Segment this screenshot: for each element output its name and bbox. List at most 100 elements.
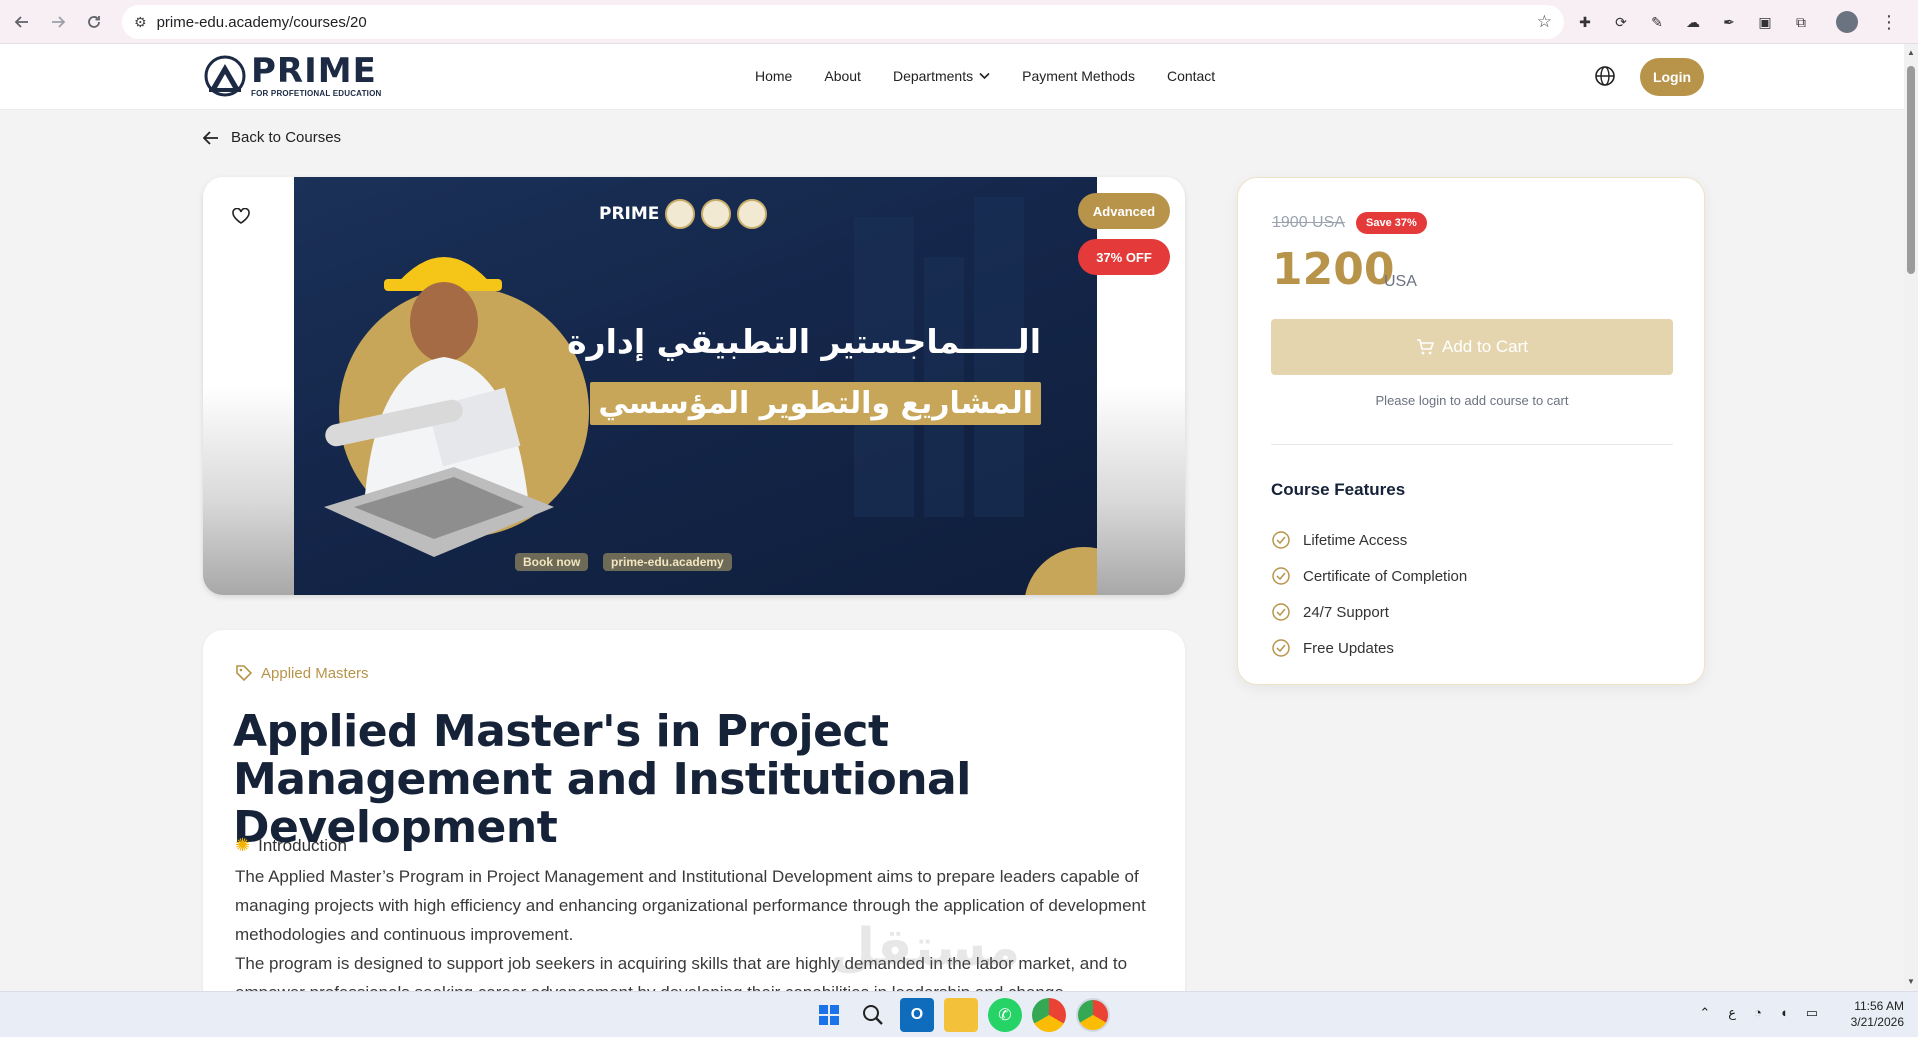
chevron-down-icon xyxy=(979,72,990,80)
add-to-cart-button[interactable]: Add to Cart xyxy=(1271,319,1673,375)
profile-avatar[interactable] xyxy=(1836,11,1858,33)
site-header: PRIME FOR PROFETIONAL EDUCATION Home Abo… xyxy=(0,44,1904,110)
tag-extension-icon[interactable]: ▣ xyxy=(1750,7,1780,37)
arrow-left-icon xyxy=(203,130,218,145)
nav-contact[interactable]: Contact xyxy=(1167,68,1215,84)
taskbar-apps: O ✆ xyxy=(812,998,1110,1032)
keyboard-language-indicator[interactable]: ع xyxy=(1728,1005,1736,1021)
course-details-card: Applied Masters Applied Master's in Proj… xyxy=(203,630,1185,1010)
banner-site-chip: prime-edu.academy xyxy=(603,553,732,571)
feature-label: Free Updates xyxy=(1303,639,1394,657)
chrome-icon[interactable] xyxy=(1032,998,1066,1032)
intro-paragraph: The Applied Master’s Program in Project … xyxy=(235,867,1146,944)
outlook-icon[interactable]: O xyxy=(900,998,934,1032)
clock-date: 3/21/2026 xyxy=(1850,1015,1904,1029)
brand-name: PRIME xyxy=(251,51,377,91)
nav-home[interactable]: Home xyxy=(755,68,792,84)
pen-extension-icon[interactable]: ✒ xyxy=(1714,7,1744,37)
level-badge: Advanced xyxy=(1078,193,1170,229)
forward-icon[interactable] xyxy=(40,4,76,40)
course-features-list: Lifetime Access Certificate of Completio… xyxy=(1271,522,1467,666)
file-explorer-icon[interactable] xyxy=(944,998,978,1032)
edit-extension-icon[interactable]: ✎ xyxy=(1642,7,1672,37)
back-to-courses-link[interactable]: Back to Courses xyxy=(203,129,341,146)
login-button[interactable]: Login xyxy=(1640,58,1704,96)
main-nav: Home About Departments Payment Methods C… xyxy=(755,68,1247,84)
heart-icon xyxy=(232,207,250,224)
check-circle-icon xyxy=(1272,603,1290,621)
feature-label: 24/7 Support xyxy=(1303,603,1389,621)
tag-icon xyxy=(236,665,253,682)
feature-label: Lifetime Access xyxy=(1303,531,1408,549)
course-hero-card: PRIME الـــــماجستير التطبيقي إدارة المش… xyxy=(203,177,1185,595)
feature-item: Lifetime Access xyxy=(1271,522,1467,558)
bookmark-star-icon[interactable]: ☆ xyxy=(1537,12,1552,32)
windows-start-icon[interactable] xyxy=(812,998,846,1032)
course-category[interactable]: Applied Masters xyxy=(235,664,369,682)
pricing-card: 1900 USA Save 37% 1200 USA Add to Cart P… xyxy=(1237,177,1705,685)
check-circle-icon xyxy=(1272,531,1290,549)
taskbar-clock[interactable]: 11:56 AM 3/21/2026 xyxy=(1851,998,1904,1030)
feature-item: Free Updates xyxy=(1271,630,1467,666)
scrollbar-thumb[interactable] xyxy=(1907,66,1915,274)
browser-menu-icon[interactable]: ⋮ xyxy=(1874,7,1904,37)
site-logo[interactable]: PRIME FOR PROFETIONAL EDUCATION xyxy=(203,54,381,98)
back-to-courses-label: Back to Courses xyxy=(231,129,342,146)
cart-icon xyxy=(1417,339,1434,355)
logo-emblem-icon xyxy=(204,55,246,97)
partner-seal-icon xyxy=(665,199,696,229)
course-banner-image: PRIME الـــــماجستير التطبيقي إدارة المش… xyxy=(294,177,1097,595)
wifi-icon[interactable]: ◔ xyxy=(1754,1005,1762,1021)
language-globe-icon[interactable] xyxy=(1594,65,1616,87)
introduction-heading-label: Introduction xyxy=(258,835,347,855)
sun-icon: ✺ xyxy=(235,835,251,855)
course-features-title: Course Features xyxy=(1271,480,1406,499)
browser-toolbar: ⚙ prime-edu.academy/courses/20 ☆ ✚ ⟳ ✎ ☁… xyxy=(0,0,1918,44)
url-text[interactable]: prime-edu.academy/courses/20 xyxy=(157,14,367,31)
nav-about[interactable]: About xyxy=(824,68,861,84)
banner-brand-name: PRIME xyxy=(599,204,660,224)
reload-icon[interactable] xyxy=(76,4,112,40)
banner-logo-row: PRIME xyxy=(599,199,768,229)
scroll-up-icon[interactable]: ▲ xyxy=(1907,48,1915,57)
save-badge: Save 37% xyxy=(1356,212,1427,234)
clock-time: 11:56 AM xyxy=(1854,999,1904,1013)
feature-label: Certificate of Completion xyxy=(1303,567,1468,585)
banner-arabic-title: الـــــماجستير التطبيقي إدارة xyxy=(567,322,1041,361)
partner-seal-icon xyxy=(701,199,732,229)
nav-departments-label: Departments xyxy=(892,68,974,84)
whatsapp-icon[interactable]: ✆ xyxy=(988,998,1022,1032)
puzzle-extensions-icon[interactable]: ⧉ xyxy=(1786,7,1816,37)
site-info-icon[interactable]: ⚙ xyxy=(134,14,147,31)
feature-item: Certificate of Completion xyxy=(1271,558,1467,594)
system-tray: ⌃ ع ◔ ◖ ▭ xyxy=(1699,1005,1818,1021)
introduction-heading: ✺ Introduction xyxy=(235,835,347,856)
add-to-cart-label: Add to Cart xyxy=(1442,337,1528,356)
page-scrollbar[interactable]: ▲ ▼ xyxy=(1904,44,1918,990)
sync-extension-icon[interactable]: ⟳ xyxy=(1606,7,1636,37)
check-circle-icon xyxy=(1272,639,1290,657)
course-category-label: Applied Masters xyxy=(261,664,369,682)
check-circle-icon xyxy=(1272,567,1290,585)
volume-icon[interactable]: ◖ xyxy=(1780,1005,1788,1021)
os-taskbar: O ✆ ⌃ ع ◔ ◖ ▭ 11:56 AM 3/21/2026 xyxy=(0,991,1918,1037)
favorite-heart-button[interactable] xyxy=(227,203,255,231)
banner-arabic-subtitle: المشاريع والتطوير المؤسسي xyxy=(590,382,1041,425)
back-icon[interactable] xyxy=(4,4,40,40)
chrome-profile-icon[interactable] xyxy=(1076,998,1110,1032)
chevron-up-icon[interactable]: ⌃ xyxy=(1699,1005,1710,1021)
divider xyxy=(1271,444,1673,445)
cloud-extension-icon[interactable]: ☁ xyxy=(1678,7,1708,37)
search-icon[interactable] xyxy=(856,998,890,1032)
current-price: 1200 xyxy=(1272,244,1395,295)
battery-icon[interactable]: ▭ xyxy=(1806,1005,1818,1021)
banner-book-now-chip: Book now xyxy=(515,553,589,571)
extensions-bar: ✚ ⟳ ✎ ☁ ✒ ▣ ⧉ ⋮ xyxy=(1570,6,1904,38)
nav-departments[interactable]: Departments xyxy=(893,68,990,84)
scroll-down-icon[interactable]: ▼ xyxy=(1907,977,1915,986)
nav-payment-methods[interactable]: Payment Methods xyxy=(1022,68,1135,84)
discount-badge: 37% OFF xyxy=(1078,239,1170,275)
address-bar[interactable]: ⚙ prime-edu.academy/courses/20 ☆ xyxy=(122,5,1564,39)
extension-icon[interactable]: ✚ xyxy=(1570,7,1600,37)
original-price: 1900 USA xyxy=(1272,214,1345,231)
